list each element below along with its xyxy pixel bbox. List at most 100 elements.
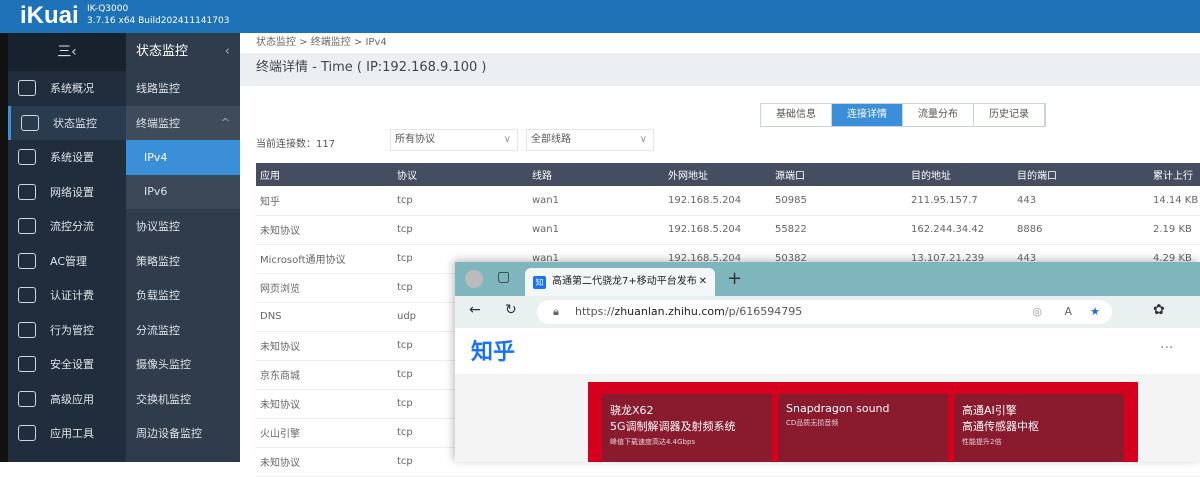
table-row[interactable]: 未知协议 tcp wan1 192.168.5.204 55822 162.244.34.… (256, 215, 1200, 245)
submenu-item-label: 负载监控 (136, 289, 180, 303)
submenu-title-text: 状态监控 (136, 44, 189, 59)
address-bar[interactable]: 🔒︎ https://zhuanlan.zhihu.com/p/616594795… (537, 300, 1112, 324)
banner-title: Snapdragon sound (786, 402, 890, 415)
sidebar-item[interactable]: 系统概况 (8, 71, 126, 106)
tab-connection-details[interactable]: 连接详情 (832, 104, 903, 126)
article-banner: 骁龙X62 5G调制解调器及射频系统 峰值下载速度高达4.4Gbps Snapdrag… (588, 382, 1138, 462)
sidebar-item[interactable]: 安全设置 (8, 347, 126, 382)
menu-icon (18, 218, 36, 235)
submenu-item-label: IPv4 (144, 150, 168, 164)
menu-icon (18, 356, 36, 373)
sidebar-item-label: 状态监控 (53, 116, 97, 130)
banner-panel[interactable]: 高通AI引擎 高通传感器中枢 性能提升2倍 (954, 394, 1124, 462)
logo: iKuai (20, 2, 79, 29)
table-cell: tcp (393, 186, 528, 216)
column-header[interactable]: 应用 (256, 163, 393, 186)
tab-traffic-distribution[interactable]: 流量分布 (903, 104, 974, 126)
table-cell: Microsoft通用协议 (256, 244, 393, 274)
table-cell: 未知协议 (256, 215, 393, 245)
table-cell: 京东商城 (256, 360, 393, 390)
banner-panel[interactable]: Snapdragon sound CD品质无损音频 (778, 394, 948, 462)
submenu-item-label: 线路监控 (136, 82, 180, 96)
column-header[interactable]: 协议 (393, 163, 528, 186)
submenu-item[interactable]: 线路监控 (126, 71, 240, 106)
submenu-item[interactable]: IPv4 (126, 140, 240, 175)
column-header[interactable]: 线路 (528, 163, 664, 186)
extensions-icon[interactable]: ✿ (1153, 302, 1165, 318)
sidebar-item[interactable]: 状态监控 (8, 105, 126, 140)
favorite-star-icon[interactable]: ★ (1090, 300, 1100, 324)
submenu-item[interactable]: 摄像头监控 (126, 347, 240, 382)
window-edge (0, 33, 8, 462)
table-cell: 50985 (771, 186, 907, 216)
sidebar-item-label: 系统概况 (50, 82, 94, 96)
chevron-up-icon: ^ (220, 116, 230, 130)
refresh-icon[interactable]: ↻ (505, 302, 517, 318)
protocol-value: 所有协议 (395, 134, 435, 145)
banner-panel[interactable]: 骁龙X62 5G调制解调器及射频系统 峰值下载速度高达4.4Gbps (602, 394, 772, 462)
browser-window: ▢ 知高通第二代骁龙7+移动平台发布 ✕ + ← ↻ 🔒︎ https://zhua… (455, 262, 1200, 462)
sidebar-item[interactable]: 行为管控 (8, 313, 126, 348)
submenu-item-label: 交换机监控 (136, 392, 191, 406)
submenu-item[interactable]: 负载监控 (126, 278, 240, 313)
column-header[interactable]: 累计上行 (1149, 163, 1200, 186)
column-header[interactable]: 目的地址 (907, 163, 1013, 186)
sidebar-toggle[interactable]: 三‹ (8, 33, 126, 71)
new-tab-icon[interactable]: + (727, 268, 742, 289)
collapse-icon[interactable]: ‹ (225, 33, 230, 71)
tab-history[interactable]: 历史记录 (974, 104, 1045, 126)
detail-tabs: 基础信息 连接详情 流量分布 历史记录 (760, 103, 1046, 127)
menu-icon (18, 390, 36, 407)
menu-icon (18, 425, 36, 442)
browser-tab-bar: ▢ 知高通第二代骁龙7+移动平台发布 ✕ + (455, 262, 1200, 296)
column-header[interactable]: 源端口 (771, 163, 907, 186)
submenu-item[interactable]: 周边设备监控 (126, 416, 240, 451)
sidebar-item-label: 行为管控 (50, 323, 94, 337)
zhihu-logo[interactable]: 知乎 (471, 334, 515, 366)
sidebar-item[interactable]: 系统设置 (8, 140, 126, 175)
tab-actions-icon[interactable]: ▢ (497, 269, 510, 285)
sidebar-item[interactable]: 流控分流 (8, 209, 126, 244)
column-header[interactable]: 外网地址 (664, 163, 771, 186)
menu-icon (18, 183, 36, 200)
read-aloud-icon[interactable]: A (1064, 300, 1072, 324)
sidebar-item[interactable]: 高级应用 (8, 382, 126, 417)
submenu-item[interactable]: 协议监控 (126, 209, 240, 244)
menu-icon (21, 114, 39, 131)
tracking-icon[interactable]: ◎ (1032, 300, 1042, 324)
table-row[interactable]: 知乎 tcp wan1 192.168.5.204 50985 211.95.157.7 4… (256, 186, 1200, 216)
submenu-item-label: 摄像头监控 (136, 358, 191, 372)
url-prefix: https:// (575, 305, 615, 318)
sidebar-item[interactable]: 网络设置 (8, 175, 126, 210)
back-icon[interactable]: ← (469, 302, 481, 318)
submenu-item-label: 周边设备监控 (136, 427, 202, 441)
submenu-item[interactable]: IPv6 (126, 174, 240, 209)
banner-title: 高通AI引擎 (962, 404, 1017, 417)
submenu-item[interactable]: 终端监控 ^ (126, 105, 240, 140)
more-icon[interactable]: ··· (1160, 340, 1173, 356)
sidebar-item-label: 安全设置 (50, 358, 94, 372)
submenu-item[interactable]: 交换机监控 (126, 382, 240, 417)
close-icon[interactable]: ✕ (699, 269, 707, 295)
table-cell: 162.244.34.42 (907, 215, 1013, 245)
sidebar: 三‹ 系统概况状态监控系统设置 网络设置 流控分流 AC管理 认证计费行为管控安全设置高… (8, 33, 126, 462)
column-header[interactable]: 目的端口 (1013, 163, 1149, 186)
submenu-item[interactable]: 分流监控 (126, 313, 240, 348)
tab-basic-info[interactable]: 基础信息 (761, 104, 832, 126)
chevron-down-icon: ∨ (503, 134, 511, 145)
protocol-select[interactable]: 所有协议 ∨ (390, 129, 518, 151)
menu-icon (18, 149, 36, 166)
line-select[interactable]: 全部线路 ∨ (526, 129, 654, 151)
profile-avatar[interactable] (465, 270, 483, 288)
submenu-item[interactable]: 策略监控 (126, 244, 240, 279)
sidebar-item[interactable]: AC管理 (8, 244, 126, 279)
menu-icon (18, 80, 36, 97)
browser-tab[interactable]: 知高通第二代骁龙7+移动平台发布 ✕ (525, 268, 715, 296)
submenu-item-label: 策略监控 (136, 254, 180, 268)
version: 3.7.16 x64 Build202411141703 (87, 16, 230, 26)
sidebar-item[interactable]: 认证计费 (8, 278, 126, 313)
table-cell: 8886 (1013, 215, 1149, 245)
table-cell: wan1 (528, 215, 664, 245)
sidebar-item[interactable]: 应用工具 (8, 416, 126, 451)
table-cell: 火山引擎 (256, 418, 393, 448)
